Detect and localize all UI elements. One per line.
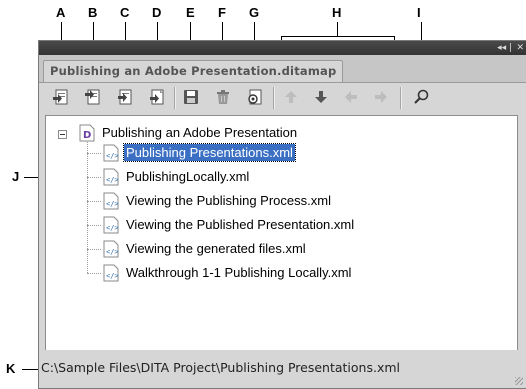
svg-text:</>: </> — [106, 272, 119, 280]
xml-file-icon: </> — [103, 168, 119, 186]
double-arrow-icon[interactable]: ◂◂ | — [497, 41, 512, 55]
tree-item[interactable]: Viewing the generated files.xml — [124, 239, 308, 259]
save-icon — [184, 90, 198, 104]
insert-before-icon — [53, 89, 68, 105]
svg-text:</>: </> — [106, 248, 119, 256]
callout-d: D — [152, 5, 162, 20]
callout-c: C — [120, 5, 130, 20]
collapse-toggle[interactable] — [58, 130, 67, 139]
insert-reference-icon — [150, 89, 164, 105]
xml-file-icon: </> — [103, 216, 119, 234]
tab-row: Publishing an Adobe Presentation.ditamap — [39, 55, 526, 83]
toolbar-separator — [174, 87, 176, 109]
tree-root[interactable]: Publishing an Adobe Presentation — [100, 123, 299, 143]
tree-item[interactable]: Publishing Presentations.xml — [123, 143, 296, 163]
callout-b: B — [88, 5, 98, 20]
tree-connector — [87, 153, 101, 154]
delete-button[interactable] — [212, 86, 234, 108]
tree-item[interactable]: Viewing the Publishing Process.xml — [124, 191, 333, 211]
tree-connector — [87, 225, 101, 226]
tree-connector — [87, 201, 101, 202]
toolbar-separator — [273, 87, 275, 109]
leader-h-bar — [281, 36, 394, 37]
preview-button[interactable] — [244, 86, 266, 108]
tree-item[interactable]: Walkthrough 1-1 Publishing Locally.xml — [124, 263, 353, 283]
move-left-button[interactable] — [340, 86, 362, 108]
tree-connector — [87, 249, 101, 250]
resize-grip-icon[interactable] — [515, 377, 523, 385]
callout-j: J — [12, 169, 20, 184]
insert-reference-button[interactable] — [146, 86, 168, 108]
tab-ditamap[interactable]: Publishing an Adobe Presentation.ditamap — [43, 60, 343, 82]
leader-h-stem — [337, 22, 338, 36]
panel-titlebar: ◂◂ | ✕ — [39, 41, 526, 55]
status-bar: C:\Sample Files\DITA Project\Publishing … — [39, 350, 526, 388]
callout-h: H — [332, 5, 342, 20]
callout-e: E — [186, 5, 195, 20]
map-tree[interactable]: D Publishing an Adobe Presentation </> P… — [45, 115, 518, 353]
xml-file-icon: </> — [103, 264, 119, 282]
move-up-button[interactable] — [280, 86, 302, 108]
delete-icon — [217, 90, 229, 104]
search-icon — [414, 89, 429, 104]
xml-file-icon: </> — [103, 240, 119, 258]
insert-child-button[interactable] — [114, 86, 136, 108]
ditamap-icon: D — [79, 124, 95, 142]
callout-a: A — [56, 5, 66, 20]
svg-text:D: D — [83, 130, 91, 141]
callout-g: G — [249, 5, 260, 20]
insert-before-button[interactable] — [50, 86, 72, 108]
toolbar-separator — [400, 87, 402, 109]
move-down-button[interactable] — [310, 86, 332, 108]
tree-connector — [87, 273, 101, 274]
move-left-icon — [345, 91, 357, 103]
tree-connector — [87, 177, 101, 178]
move-right-icon — [375, 91, 387, 103]
xml-file-icon: </> — [103, 144, 119, 162]
tree-item[interactable]: PublishingLocally.xml — [124, 167, 251, 187]
callout-k: K — [6, 361, 16, 376]
callout-f: F — [218, 5, 226, 20]
svg-text:</>: </> — [106, 200, 119, 208]
move-down-icon — [315, 91, 327, 103]
status-path: C:\Sample Files\DITA Project\Publishing … — [41, 360, 401, 375]
tree-item[interactable]: Viewing the Published Presentation.xml — [124, 215, 356, 235]
callout-i: I — [417, 5, 421, 20]
tree-connector — [87, 142, 88, 273]
insert-after-button[interactable] — [82, 86, 104, 108]
insert-after-icon — [85, 89, 100, 105]
toolbar — [39, 83, 526, 113]
close-icon[interactable]: ✕ — [516, 41, 524, 55]
save-button[interactable] — [180, 86, 202, 108]
dita-map-panel: ◂◂ | ✕ Publishing an Adobe Presentation.… — [38, 40, 526, 389]
svg-text:</>: </> — [106, 152, 119, 160]
search-button[interactable] — [411, 86, 433, 108]
svg-text:</>: </> — [106, 176, 119, 184]
move-up-icon — [285, 91, 297, 103]
xml-file-icon: </> — [103, 192, 119, 210]
insert-child-icon — [118, 89, 132, 105]
svg-text:</>: </> — [106, 224, 119, 232]
preview-icon — [248, 89, 262, 105]
move-right-button[interactable] — [370, 86, 392, 108]
